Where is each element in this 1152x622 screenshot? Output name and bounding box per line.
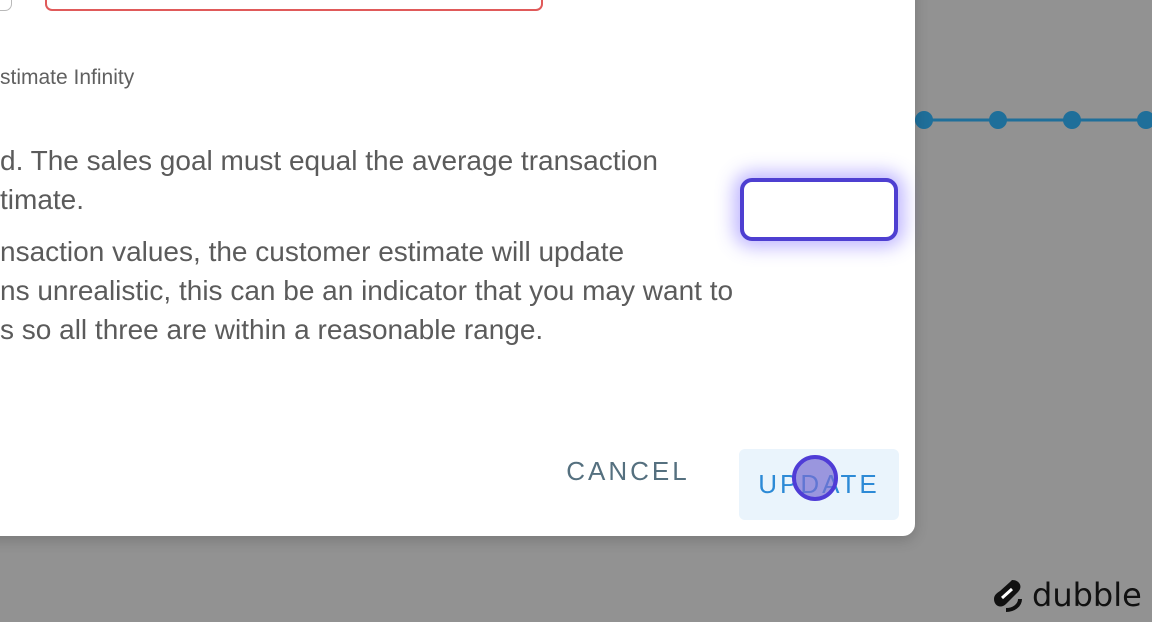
left-input-field[interactable] — [0, 0, 12, 11]
info-line: s so all three are within a reasonable r… — [0, 314, 544, 345]
chart-point — [915, 111, 933, 129]
chart-point — [989, 111, 1007, 129]
logo-text: dubble — [1032, 576, 1142, 614]
focus-highlight-box — [740, 178, 898, 241]
info-paragraph-1: d. The sales goal must equal the average… — [0, 141, 658, 219]
edit-goal-dialog: $ g stimate Infinity d. The sales goal m… — [0, 0, 915, 536]
info-line: d. The sales goal must equal the average… — [0, 145, 658, 176]
cancel-button[interactable]: CANCEL — [558, 450, 698, 492]
sales-goal-input[interactable]: $ g — [45, 0, 543, 11]
helper-text: stimate Infinity — [0, 66, 135, 89]
dubble-logo-icon — [994, 580, 1022, 612]
info-line: ns unrealistic, this can be an indicator… — [0, 275, 734, 306]
dubble-logo: dubble — [990, 575, 1142, 615]
info-paragraph-2: nsaction values, the customer estimate w… — [0, 232, 733, 349]
chart-point — [1137, 111, 1152, 129]
info-line: nsaction values, the customer estimate w… — [0, 236, 625, 267]
info-line: timate. — [0, 184, 85, 215]
chart-point — [1063, 111, 1081, 129]
click-cursor-indicator — [792, 455, 838, 501]
